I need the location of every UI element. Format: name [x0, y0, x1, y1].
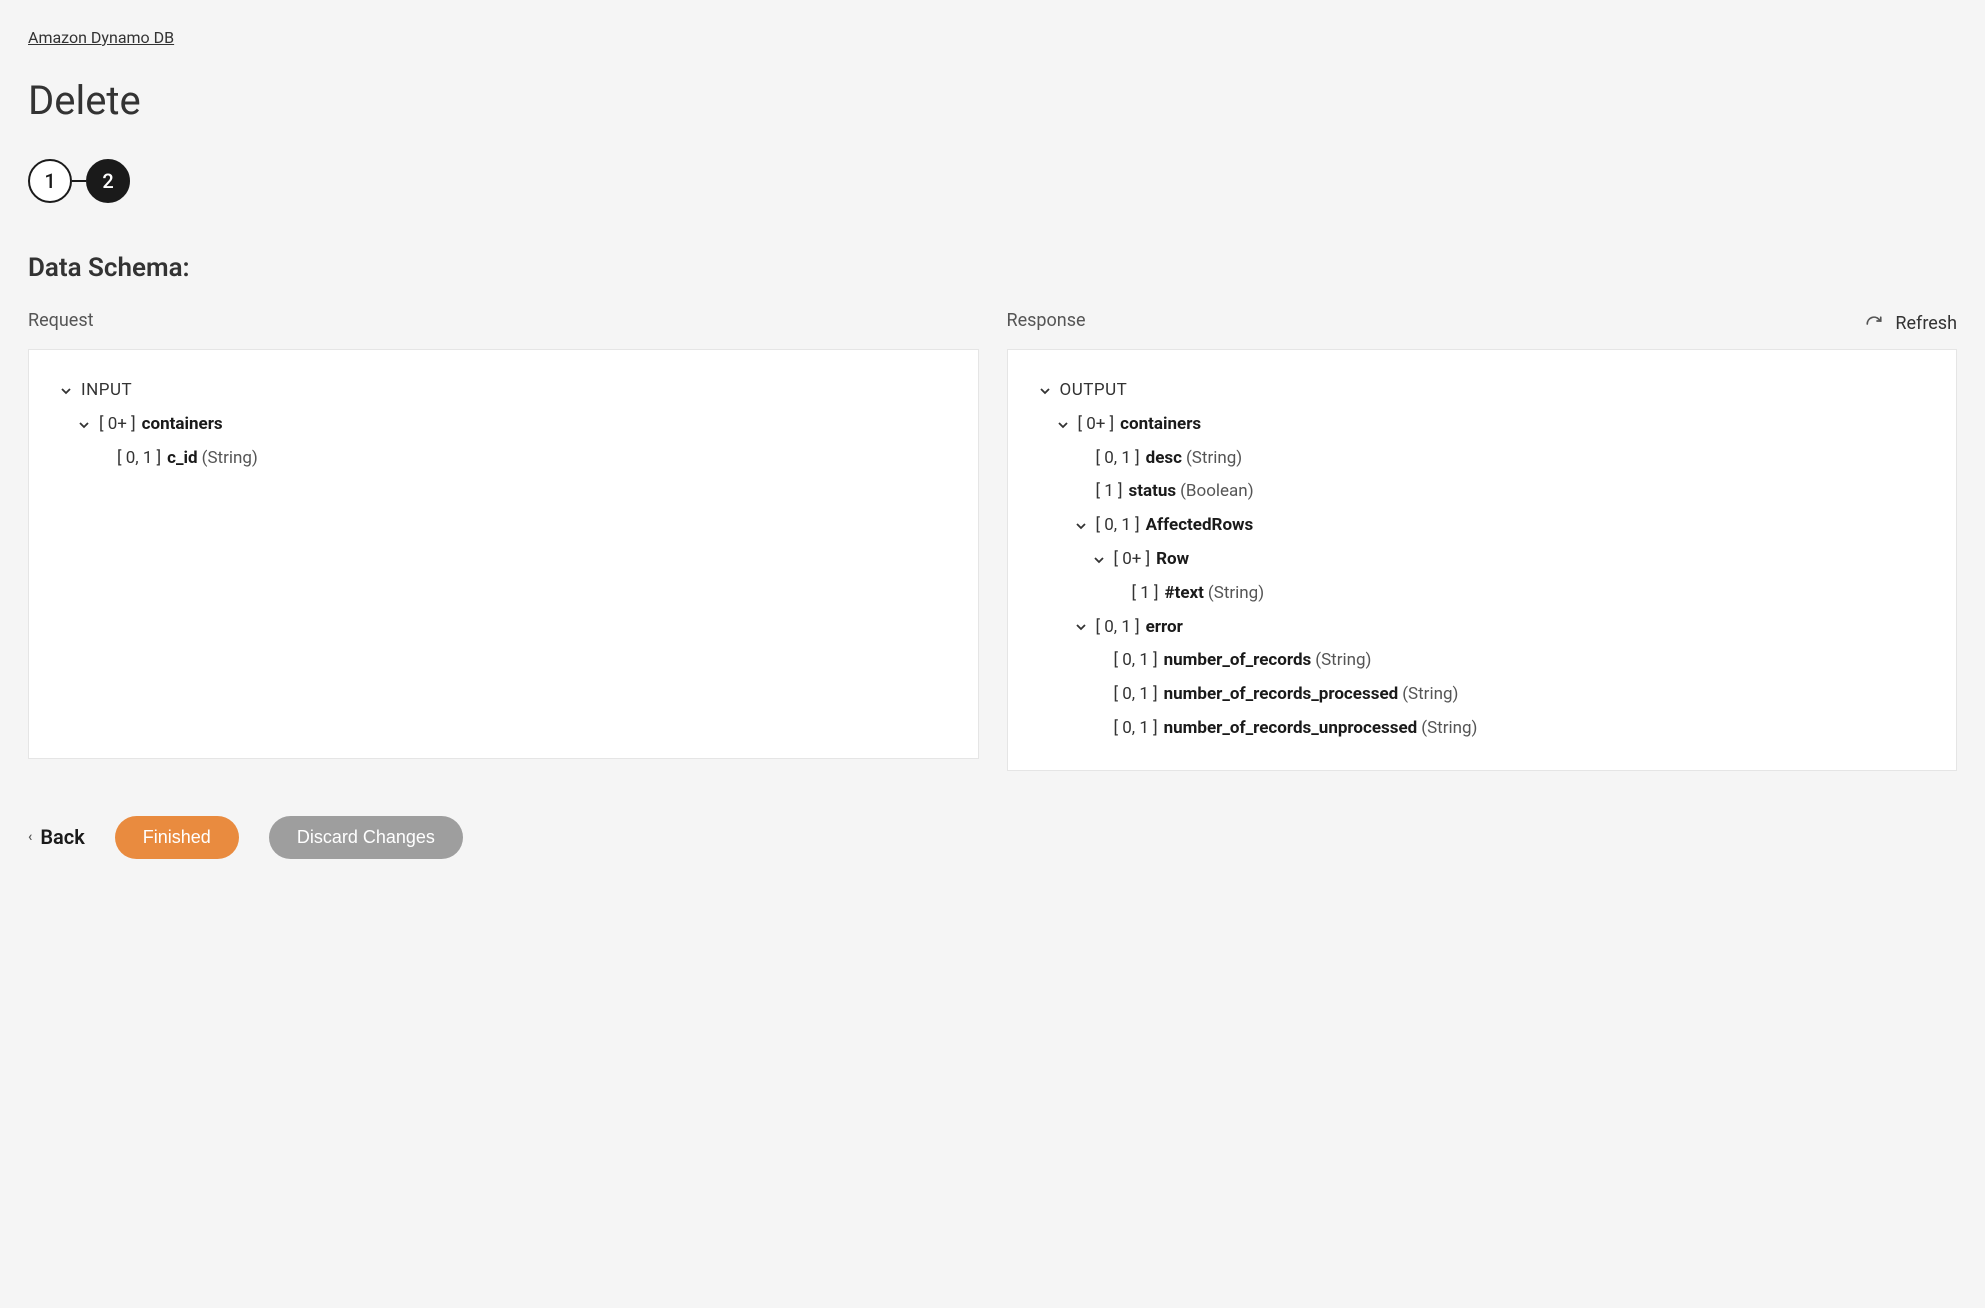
tree-node-row[interactable]: [ 0+ ] Row	[1036, 543, 1929, 577]
tree-node-error[interactable]: [ 0, 1 ] error	[1036, 611, 1929, 645]
discard-changes-button[interactable]: Discard Changes	[269, 816, 463, 859]
tree-leaf-text: [ 1 ] #text (String)	[1036, 577, 1929, 611]
page-title: Delete	[28, 77, 1957, 124]
chevron-down-icon[interactable]	[75, 419, 93, 431]
tree-leaf-num-unprocessed: [ 0, 1 ] number_of_records_unprocessed (…	[1036, 712, 1929, 746]
request-panel: INPUT [ 0+ ] containers [ 0, 1 ] c_id (S…	[28, 349, 979, 759]
breadcrumb-link[interactable]: Amazon Dynamo DB	[28, 28, 174, 47]
finished-button[interactable]: Finished	[115, 816, 239, 859]
step-connector	[72, 180, 86, 182]
tree-leaf-status: [ 1 ] status (Boolean)	[1036, 475, 1929, 509]
step-1[interactable]: 1	[28, 159, 72, 203]
tree-root-output[interactable]: OUTPUT	[1036, 374, 1929, 408]
tree-node-containers[interactable]: [ 0+ ] containers	[1036, 408, 1929, 442]
chevron-down-icon[interactable]	[1036, 385, 1054, 397]
tree-leaf-c-id: [ 0, 1 ] c_id (String)	[57, 442, 950, 476]
chevron-down-icon[interactable]	[1072, 621, 1090, 633]
back-button[interactable]: ‹ Back	[28, 825, 85, 849]
chevron-down-icon[interactable]	[1090, 554, 1108, 566]
chevron-down-icon[interactable]	[57, 385, 75, 397]
tree-leaf-num-processed: [ 0, 1 ] number_of_records_processed (St…	[1036, 678, 1929, 712]
tree-node-affected-rows[interactable]: [ 0, 1 ] AffectedRows	[1036, 509, 1929, 543]
response-label: Response	[1007, 310, 1958, 331]
stepper: 1 2	[28, 159, 1957, 203]
chevron-down-icon[interactable]	[1054, 419, 1072, 431]
chevron-down-icon[interactable]	[1072, 520, 1090, 532]
tree-node-containers[interactable]: [ 0+ ] containers	[57, 408, 950, 442]
tree-root-input[interactable]: INPUT	[57, 374, 950, 408]
request-label: Request	[28, 310, 979, 331]
response-panel: OUTPUT [ 0+ ] containers [ 0, 1 ] desc (…	[1007, 349, 1958, 771]
tree-leaf-num-records: [ 0, 1 ] number_of_records (String)	[1036, 644, 1929, 678]
chevron-left-icon: ‹	[28, 829, 32, 845]
step-2[interactable]: 2	[86, 159, 130, 203]
section-title: Data Schema:	[28, 253, 1957, 283]
tree-leaf-desc: [ 0, 1 ] desc (String)	[1036, 442, 1929, 476]
